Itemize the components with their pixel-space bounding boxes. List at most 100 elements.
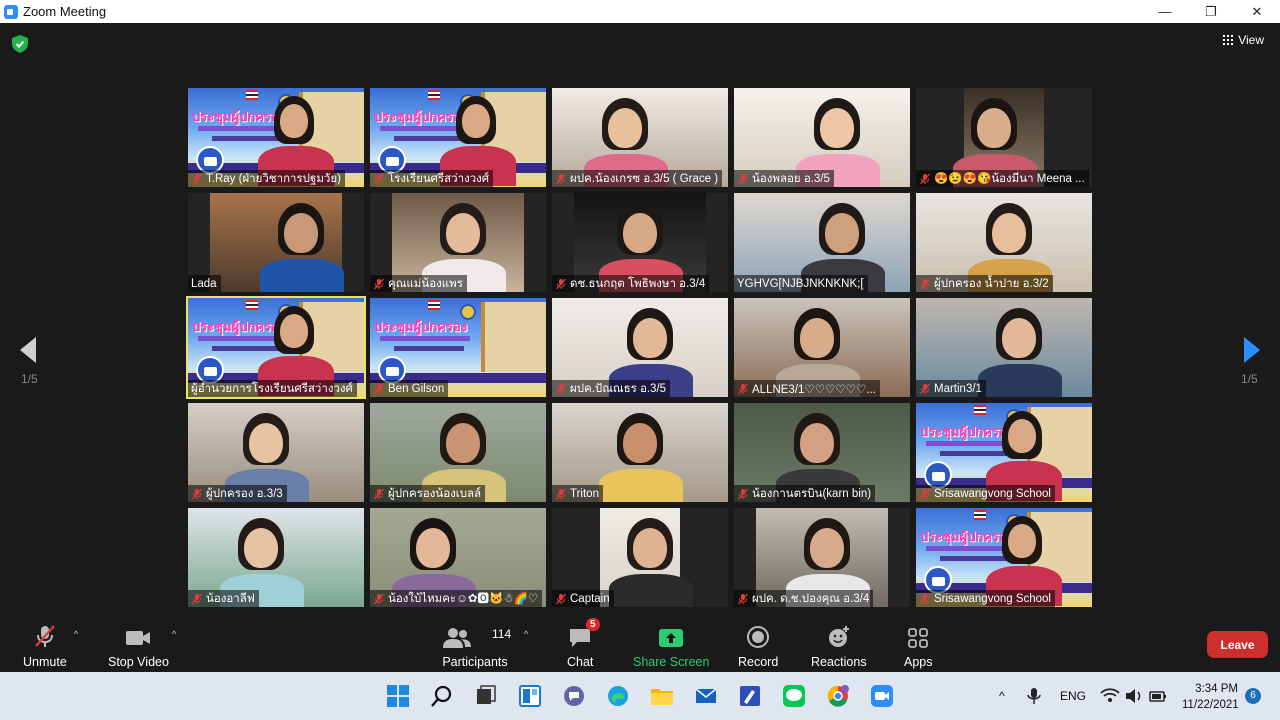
participants-icon [443,628,471,648]
participant-tile[interactable]: ประชุมผู้ปกครอง ผู้อำนวยการโรงเรียนศรีสว่… [186,296,366,399]
volume-icon[interactable] [1124,686,1144,706]
school-building-image [481,302,546,372]
stop-video-button[interactable]: Stop Video [108,623,169,669]
participant-name: ผู้อำนวยการโรงเรียนศรีสว่างวงศ์ [191,382,353,395]
participant-name-bar: 😍😉😍😘น้องมีนา Meena ... [916,170,1089,187]
video-gallery: ประชุมผู้ปกครอง T.Ray (ฝ่ายวิชาการปฐมวัย)… [186,88,1092,608]
participant-name: Lada [191,277,217,290]
participant-tile[interactable]: YGHVG[NJBJNKNKNK;[ [734,193,910,292]
record-icon [747,626,770,648]
apps-label: Apps [904,655,933,669]
reactions-button[interactable]: Reactions [811,623,867,669]
teams-chat-icon[interactable] [562,684,586,708]
encryption-shield-icon[interactable] [12,35,28,53]
tray-overflow-chevron[interactable]: ^ [999,672,1005,720]
line-app-icon[interactable] [782,684,806,708]
minimize-button[interactable]: — [1142,0,1188,23]
participant-name: Ben Gilson [388,382,445,395]
muted-microphone-icon [556,383,566,394]
participant-tile[interactable]: ผู้ปกครองน้องเบลล์ [370,403,546,502]
audio-options-caret-icon[interactable]: ^ [74,629,78,639]
share-screen-button[interactable]: Share Screen [633,623,709,669]
participant-name: Srisawangvong School [934,592,1051,605]
next-page-arrow-icon[interactable] [1242,335,1262,365]
record-button[interactable]: Record [738,623,778,669]
participant-tile[interactable]: Lada [188,193,364,292]
battery-icon[interactable] [1148,686,1168,706]
participant-tile[interactable]: ประชุมผู้ปกครอง T.Ray (ฝ่ายวิชาการปฐมวัย) [188,88,364,187]
participant-tile[interactable]: ผปค.ปัณณธร อ.3/5 [552,298,728,397]
edge-browser-icon[interactable] [606,684,630,708]
participant-name-bar: น้องกานตรบิน(karn bin) [734,485,876,502]
participant-tile[interactable]: 😍😉😍😘น้องมีนา Meena ... [916,88,1092,187]
participant-name: Triton [570,487,599,500]
muted-microphone-icon [920,383,930,394]
participant-tile[interactable]: Martin3/1 [916,298,1092,397]
participant-tile[interactable]: น้องกานตรบิน(karn bin) [734,403,910,502]
close-button[interactable]: ✕ [1234,0,1280,23]
muted-microphone-icon [35,625,55,647]
chat-unread-badge: 5 [586,618,600,631]
participant-name-bar: Srisawangvong School [916,485,1055,502]
windows-start-icon[interactable] [386,684,410,708]
participant-tile[interactable]: ประชุมผู้ปกครอง Srisawangvong School [916,403,1092,502]
participant-tile[interactable]: น้องใบ้ไหมคะ☺✿🅾🐱☃🌈♡ [370,508,546,607]
window-titlebar: Zoom Meeting — ❐ ✕ [0,0,1280,23]
participant-tile[interactable]: Captain [552,508,728,607]
thai-flag-icon [246,300,258,310]
participant-tile[interactable]: น้องอาลีฟ [188,508,364,607]
chrome-browser-icon[interactable] [826,684,850,708]
participant-tile[interactable]: ประชุมผู้ปกครอง โรงเรียนศรีสว่างวงศ์ [370,88,546,187]
view-button[interactable]: View [1223,33,1264,47]
input-language[interactable]: ENG [1060,672,1086,720]
page-indicator-right: 1/5 [1241,372,1258,386]
apps-button[interactable]: Apps [904,623,933,669]
participant-tile[interactable]: ประชุมผู้ปกครอง Srisawangvong School [916,508,1092,607]
participant-tile[interactable]: ประชุมผู้ปกครอง Ben Gilson [370,298,546,397]
participant-tile[interactable]: น้องพลอย อ.3/5 [734,88,910,187]
notification-count-badge[interactable]: 6 [1245,688,1261,704]
video-options-caret-icon[interactable]: ^ [172,629,176,639]
participant-name: คุณแม่น้องแพร [388,277,463,290]
leave-button[interactable]: Leave [1207,631,1268,658]
search-icon[interactable] [430,684,454,708]
widgets-icon[interactable] [518,684,542,708]
participant-tile[interactable]: คุณแม่น้องแพร [370,193,546,292]
participant-name: น้องพลอย อ.3/5 [752,172,830,185]
participant-tile[interactable]: ผู้ปกครอง อ.3/3 [188,403,364,502]
participant-tile[interactable]: ALLNE3/1♡♡♡♡♡♡... [734,298,910,397]
muted-microphone-icon [556,173,566,184]
participant-name: ดช.ธนกฤต โพธิพงษา อ.3/4 [570,277,706,290]
participant-tile[interactable]: Triton [552,403,728,502]
participant-tile[interactable]: ผปค.น้องเกรซ อ.3/5 ( Grace ) [552,88,728,187]
participant-name-bar: ผู้ปกครองน้องเบลล์ [370,485,486,502]
participant-name: ผู้ปกครอง น้ำปาย อ.3/2 [934,277,1049,290]
participant-name-bar: ผปค. ด.ช.ปองคุณ อ.3/4 [734,590,874,607]
zoom-taskbar-icon[interactable] [870,684,894,708]
participant-tile[interactable]: ผปค. ด.ช.ปองคุณ อ.3/4 [734,508,910,607]
wifi-icon[interactable] [1100,686,1120,706]
participant-name-bar: ผู้ปกครอง น้ำปาย อ.3/2 [916,275,1053,292]
task-view-icon[interactable] [474,684,498,708]
taskbar-clock[interactable]: 3:34 PM 11/22/2021 [1182,681,1239,713]
participant-name-bar: โรงเรียนศรีสว่างวงศ์ [370,170,494,187]
muted-microphone-icon [192,173,202,184]
microphone-tray-icon[interactable] [1024,686,1044,706]
pen-app-icon[interactable] [738,684,762,708]
meeting-area: View 1/5 1/5 ประชุมผู้ปกครอง T.Ray (ฝ่ายว… [0,23,1280,617]
previous-page-arrow-icon[interactable] [18,335,38,365]
muted-microphone-icon [920,278,930,289]
mail-icon[interactable] [694,684,718,708]
participant-name-bar: ALLNE3/1♡♡♡♡♡♡... [734,380,880,397]
unmute-button[interactable]: Unmute [23,623,67,669]
file-explorer-icon[interactable] [650,684,674,708]
participant-name-bar: ผู้ปกครอง อ.3/3 [188,485,287,502]
participant-name: Martin3/1 [934,382,982,395]
grid-view-icon [1223,35,1234,45]
participant-tile[interactable]: ดช.ธนกฤต โพธิพงษา อ.3/4 [552,193,728,292]
zoom-app-icon [4,4,18,19]
participants-caret-icon[interactable]: ^ [524,629,528,639]
participant-tile[interactable]: ผู้ปกครอง น้ำปาย อ.3/2 [916,193,1092,292]
meeting-toolbar: Unmute ^ Stop Video ^ Participants 114 ^ [0,617,1280,672]
restore-button[interactable]: ❐ [1188,0,1234,23]
